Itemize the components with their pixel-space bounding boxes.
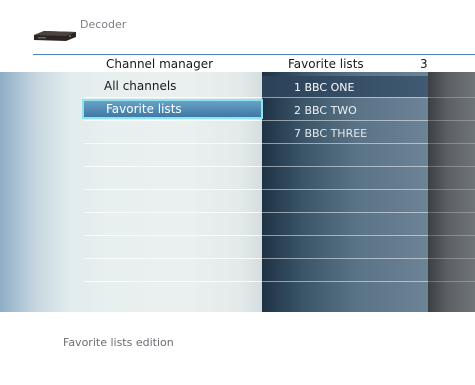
right-strip bbox=[428, 72, 475, 312]
menu-item-all-channels[interactable]: All channels bbox=[82, 76, 263, 96]
page-title: Channel manager bbox=[106, 57, 214, 71]
channel-item-bbc-one[interactable]: 1 BBC ONE bbox=[294, 78, 354, 98]
decoder-box-icon bbox=[34, 31, 76, 41]
menu-item-favorite-lists[interactable]: Favorite lists bbox=[82, 99, 263, 119]
menu-panel: All channels Favorite lists 1 BBC ONE 2 … bbox=[0, 72, 475, 312]
item-count: 3 bbox=[420, 57, 428, 71]
help-text: Favorite lists edition bbox=[63, 336, 174, 349]
header-divider bbox=[33, 54, 475, 55]
channel-item-bbc-three[interactable]: 7 BBC THREE bbox=[294, 124, 367, 144]
channel-item-bbc-two[interactable]: 2 BBC TWO bbox=[294, 101, 357, 121]
breadcrumb: Decoder bbox=[80, 18, 127, 31]
right-panel-title: Favorite lists bbox=[288, 57, 364, 71]
